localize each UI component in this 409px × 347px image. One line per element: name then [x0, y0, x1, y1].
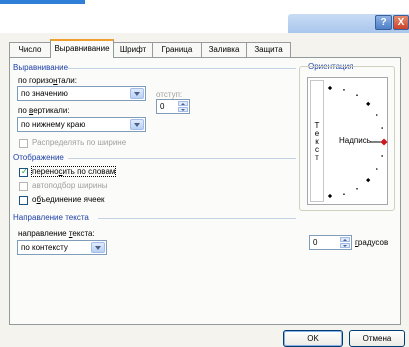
tab-number[interactable]: Число	[9, 42, 51, 57]
tab-border[interactable]: Граница	[152, 42, 202, 57]
dial-minor-marker	[343, 193, 345, 195]
window-top-area: ? X	[0, 0, 409, 33]
orientation-sample-text: Надпись	[339, 136, 371, 145]
indent-value: 0	[160, 102, 165, 111]
distributed-checkbox[interactable]	[19, 139, 28, 148]
dial-major-marker	[366, 178, 371, 183]
cancel-button[interactable]: Отмена	[349, 330, 405, 347]
dial-minor-marker	[381, 155, 383, 157]
spin-down-icon[interactable]	[178, 107, 188, 112]
ok-button[interactable]: OK	[283, 330, 343, 347]
section-divider	[68, 158, 296, 159]
merge-cells-label: объединение ячеек	[32, 195, 105, 204]
vertical-text-sample: Т е к с т	[314, 121, 320, 162]
vertical-align-value: по нижнему краю	[21, 120, 86, 129]
indent-label: отступ:	[156, 90, 183, 99]
close-button[interactable]: X	[393, 15, 409, 30]
direction-section-title: Направление текста	[13, 213, 89, 222]
dial-major-marker	[366, 101, 371, 106]
app-accent-strip	[0, 0, 85, 4]
text-direction-select[interactable]: по контексту	[17, 240, 107, 255]
tab-alignment[interactable]: Выравнивание	[50, 39, 114, 58]
shrink-to-fit-label: автоподбор ширины	[32, 181, 108, 190]
orientation-dial-area[interactable]: Т е к с т Надпись	[307, 77, 388, 205]
degrees-value: 0	[313, 238, 318, 247]
display-section-title: Отображение	[13, 153, 64, 162]
spin-up-icon[interactable]	[178, 101, 188, 106]
horizontal-label: по горизонтали:	[18, 76, 77, 85]
chevron-down-icon[interactable]	[130, 88, 144, 99]
chevron-down-icon[interactable]	[130, 119, 144, 130]
spin-down-icon[interactable]	[340, 243, 350, 248]
dial-minor-marker	[356, 187, 358, 190]
chevron-down-icon[interactable]	[91, 242, 105, 253]
section-divider	[98, 218, 296, 219]
angle-handle[interactable]	[380, 138, 388, 146]
indent-spin-buttons	[178, 101, 188, 112]
wrap-text-checkbox[interactable]: ✓	[19, 167, 28, 177]
text-direction-value: по контексту	[21, 243, 68, 252]
vertical-align-select[interactable]: по нижнему краю	[17, 117, 146, 132]
dial-minor-marker	[343, 89, 345, 91]
dial-minor-marker	[381, 127, 383, 129]
indent-spinner[interactable]: 0	[156, 99, 190, 114]
shrink-to-fit-checkbox[interactable]	[19, 182, 28, 191]
help-button[interactable]: ?	[375, 15, 392, 30]
text-direction-label: направление текста:	[18, 229, 95, 238]
checkmark-icon: ✓	[21, 167, 28, 176]
distributed-label: Распределять по ширине	[32, 138, 127, 147]
dial-minor-marker	[375, 114, 378, 116]
section-divider	[68, 68, 296, 69]
tab-fill[interactable]: Заливка	[201, 42, 247, 57]
tab-protection[interactable]: Защита	[246, 42, 291, 57]
vertical-text-toggle[interactable]: Т е к с т	[310, 80, 324, 202]
wrap-text-label: переносить по словам	[30, 166, 117, 177]
horizontal-align-value: по значению	[21, 89, 68, 98]
orientation-group: Т е к с т Надпись	[299, 66, 395, 211]
format-cells-dialog: Число Выравнивание Шрифт Граница Заливка…	[0, 33, 409, 347]
dial-major-marker	[327, 85, 333, 91]
degrees-spinner[interactable]: 0	[309, 235, 352, 250]
tab-font[interactable]: Шрифт	[113, 42, 153, 57]
degrees-label: градусов	[355, 238, 389, 247]
alignment-section-title: Выравнивание	[13, 63, 69, 72]
degrees-spin-buttons	[340, 237, 350, 248]
tab-panel-alignment: Выравнивание по горизонтали: по значению…	[9, 57, 401, 325]
spin-up-icon[interactable]	[340, 237, 350, 242]
merge-cells-checkbox[interactable]	[19, 196, 28, 205]
dial-major-marker	[327, 193, 333, 199]
vertical-label: по вертикали:	[18, 106, 70, 115]
horizontal-align-select[interactable]: по значению	[17, 86, 146, 101]
dial-minor-marker	[375, 168, 378, 170]
dial-minor-marker	[356, 94, 358, 97]
